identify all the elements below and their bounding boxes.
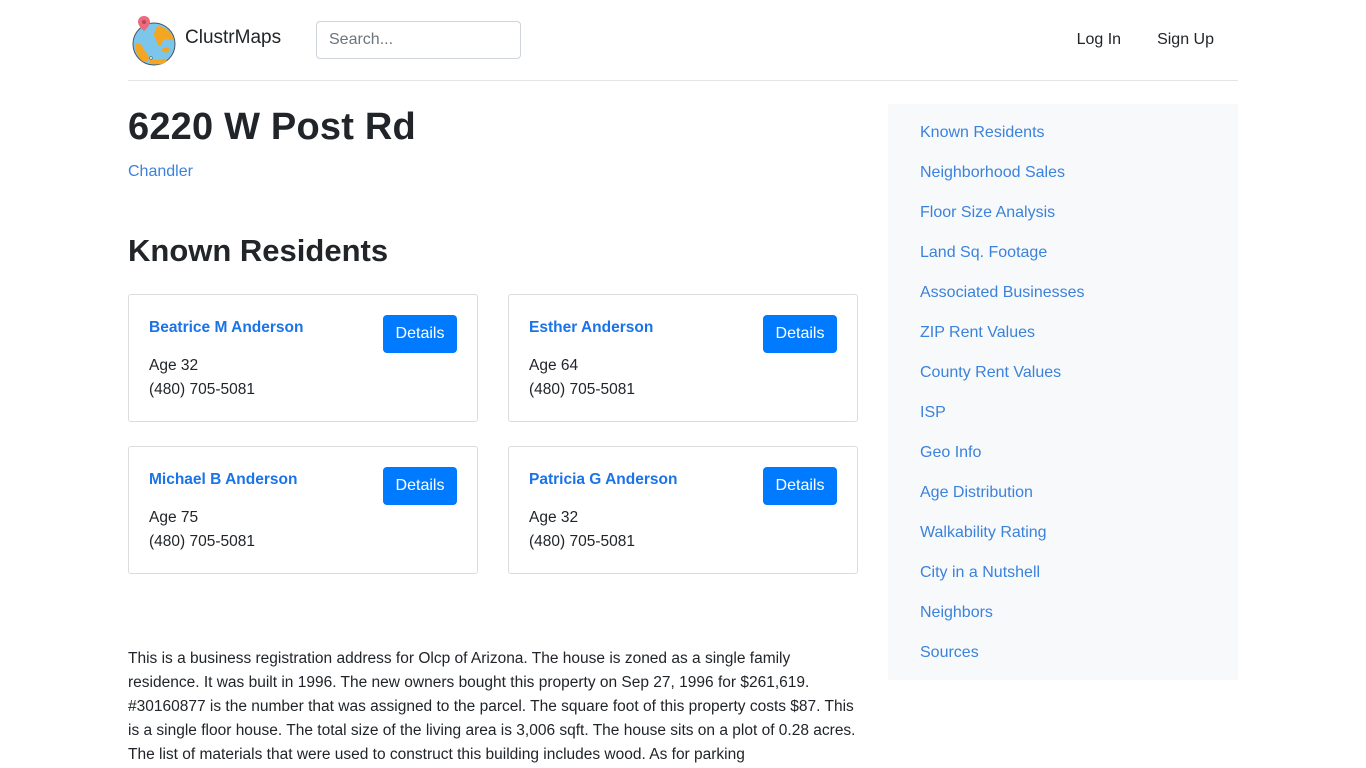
sidebar-item-age-distribution[interactable]: Age Distribution — [920, 484, 1033, 501]
city-link[interactable]: Chandler — [128, 163, 193, 181]
sidebar-item-known-residents[interactable]: Known Residents — [920, 124, 1045, 141]
resident-name-link[interactable]: Patricia G Anderson — [529, 471, 677, 489]
resident-age: Age 64 — [529, 357, 579, 374]
sidebar-item-sources[interactable]: Sources — [920, 644, 979, 661]
sidebar-item-walkability-rating[interactable]: Walkability Rating — [920, 524, 1047, 541]
resident-name-link[interactable]: Michael B Anderson — [149, 471, 297, 489]
brand-name: ClustrMaps — [185, 27, 282, 48]
resident-age: Age 32 — [529, 509, 579, 526]
details-button[interactable]: Details — [383, 467, 457, 505]
sidebar-item-zip-rent-values[interactable]: ZIP Rent Values — [920, 324, 1035, 341]
nav-auth-links: Log In Sign Up — [1069, 29, 1222, 51]
sidebar-item-county-rent-values[interactable]: County Rent Values — [920, 364, 1061, 381]
resident-name-link[interactable]: Esther Anderson — [529, 319, 653, 337]
brand-home-link[interactable]: ClustrMaps — [130, 14, 281, 66]
sidebar-item-land-sq-footage[interactable]: Land Sq. Footage — [920, 244, 1047, 261]
details-button[interactable]: Details — [383, 315, 457, 353]
sidebar-item-geo-info[interactable]: Geo Info — [920, 444, 981, 461]
sidebar-item-isp[interactable]: ISP — [920, 404, 946, 421]
resident-card: Esther Anderson Age 64 (480) 705-5081 De… — [508, 294, 858, 422]
resident-phone: (480) 705-5081 — [149, 533, 255, 550]
resident-card: Patricia G Anderson Age 32 (480) 705-508… — [508, 446, 858, 574]
navbar: ClustrMaps Log In Sign Up — [128, 0, 1238, 81]
resident-card: Michael B Anderson Age 75 (480) 705-5081… — [128, 446, 478, 574]
sidebar-item-city-in-a-nutshell[interactable]: City in a Nutshell — [920, 564, 1040, 581]
search-input[interactable] — [316, 21, 521, 59]
signup-link[interactable]: Sign Up — [1149, 29, 1222, 51]
sidebar-item-neighbors[interactable]: Neighbors — [920, 604, 993, 621]
resident-card: Beatrice M Anderson Age 32 (480) 705-508… — [128, 294, 478, 422]
sidebar-item-neighborhood-sales[interactable]: Neighborhood Sales — [920, 164, 1065, 181]
details-button[interactable]: Details — [763, 315, 837, 353]
sidebar-item-associated-businesses[interactable]: Associated Businesses — [920, 284, 1085, 301]
sidebar-nav: Known Residents Neighborhood Sales Floor… — [888, 104, 1238, 680]
sidebar-item-floor-size-analysis[interactable]: Floor Size Analysis — [920, 204, 1055, 221]
resident-phone: (480) 705-5081 — [529, 381, 635, 398]
resident-phone: (480) 705-5081 — [149, 381, 255, 398]
resident-name-link[interactable]: Beatrice M Anderson — [149, 319, 303, 337]
resident-phone: (480) 705-5081 — [529, 533, 635, 550]
known-residents-heading: Known Residents — [128, 233, 389, 268]
property-description: This is a business registration address … — [128, 650, 856, 763]
login-link[interactable]: Log In — [1069, 29, 1129, 51]
details-button[interactable]: Details — [763, 467, 837, 505]
globe-with-pin-icon — [132, 16, 176, 66]
page-title: 6220 W Post Rd — [128, 106, 416, 148]
resident-age: Age 75 — [149, 509, 199, 526]
resident-age: Age 32 — [149, 357, 199, 374]
